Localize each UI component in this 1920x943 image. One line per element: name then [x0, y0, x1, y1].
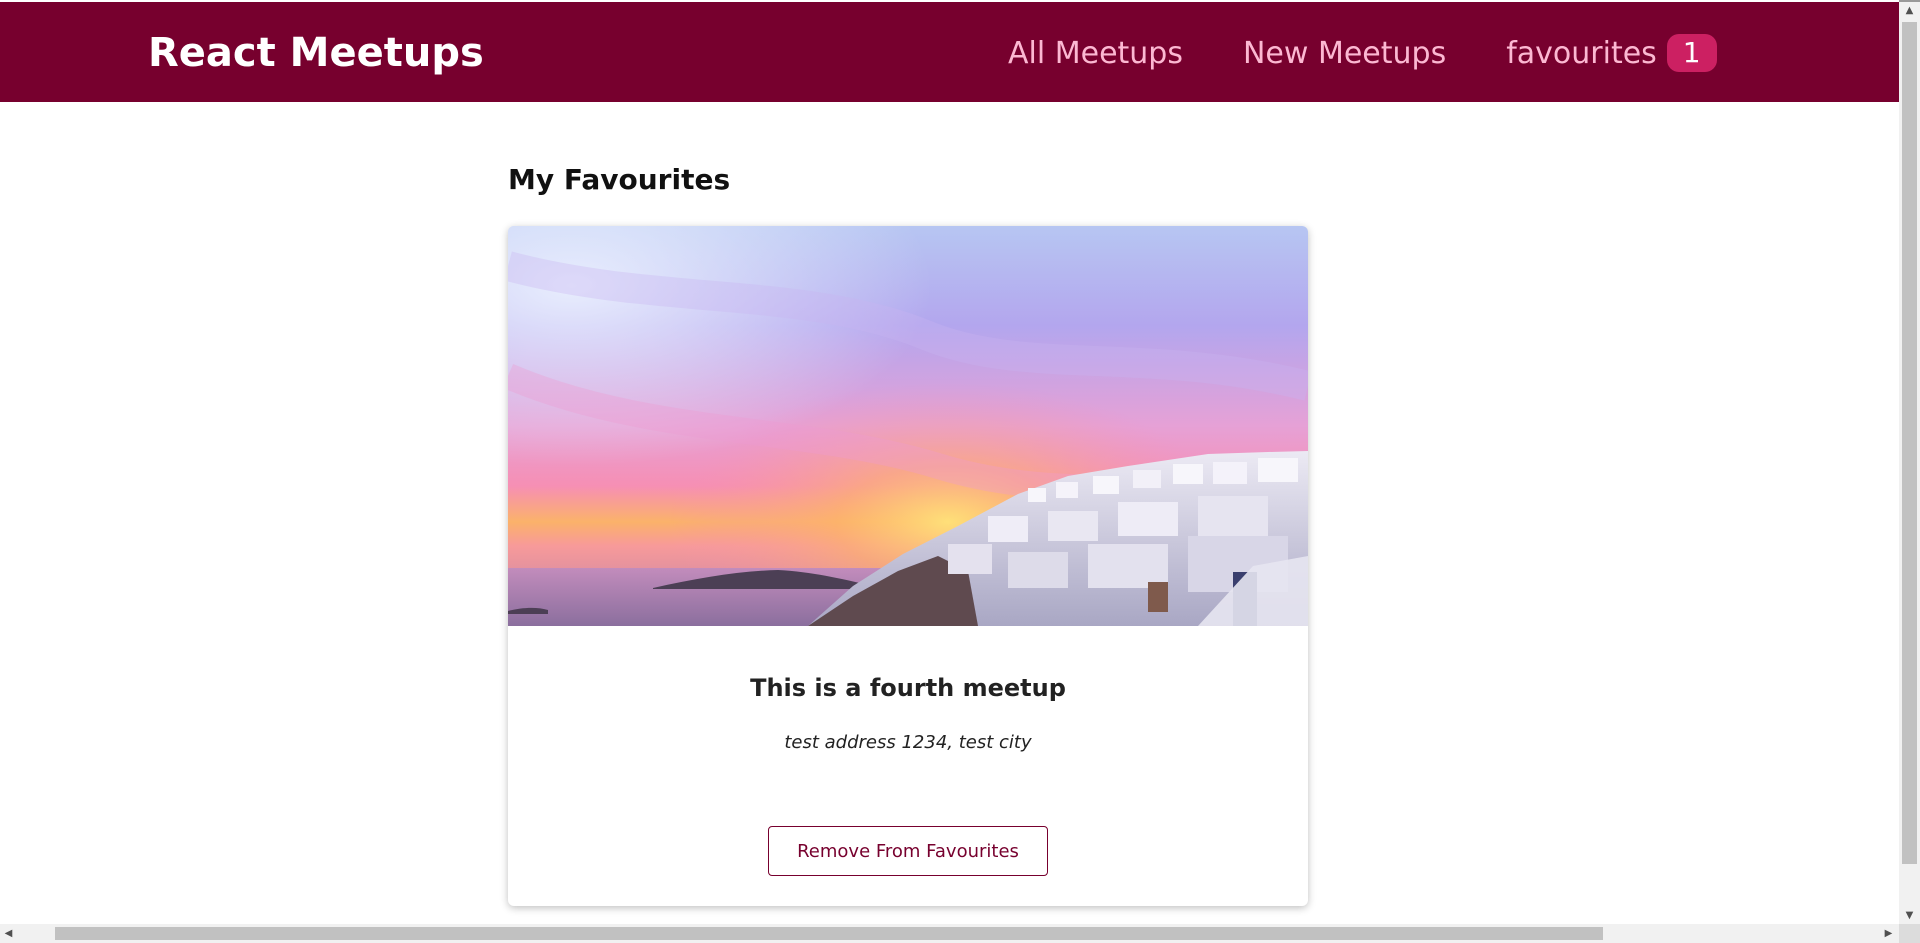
scroll-left-arrow-icon[interactable]: ◀: [0, 924, 17, 943]
main-content: My Favourites This is a fourth meetup te…: [508, 160, 1308, 906]
meetup-address: test address 1234, test city: [784, 732, 1032, 753]
nav-link-new-meetups[interactable]: New Meetups: [1243, 36, 1446, 71]
nav-link-favourites-label: favourites: [1506, 35, 1657, 71]
main-navigation: React Meetups All Meetups New Meetups fa…: [0, 2, 1899, 102]
horizontal-scrollbar-thumb[interactable]: [55, 927, 1603, 940]
vertical-scrollbar-thumb[interactable]: [1902, 22, 1917, 864]
nav-link-all-meetups[interactable]: All Meetups: [1008, 36, 1183, 71]
favourites-count-badge: 1: [1666, 34, 1717, 72]
site-logo[interactable]: React Meetups: [148, 30, 484, 76]
horizontal-scrollbar[interactable]: ◀ ▶: [0, 924, 1899, 943]
page-title: My Favourites: [508, 163, 731, 196]
vertical-scrollbar[interactable]: ▲ ▼: [1899, 2, 1920, 924]
remove-from-favourites-button[interactable]: Remove From Favourites: [768, 826, 1048, 876]
nav-links: All Meetups New Meetups favourites 1: [1008, 34, 1717, 72]
scrollbar-corner: [1899, 924, 1920, 943]
meetup-title: This is a fourth meetup: [750, 674, 1066, 702]
nav-link-favourites[interactable]: favourites 1: [1506, 34, 1717, 72]
scroll-up-arrow-icon[interactable]: ▲: [1899, 2, 1920, 19]
page-viewport: React Meetups All Meetups New Meetups fa…: [0, 0, 1899, 924]
meetup-card: This is a fourth meetup test address 123…: [508, 226, 1308, 906]
meetup-image: [508, 226, 1308, 626]
scroll-right-arrow-icon[interactable]: ▶: [1880, 924, 1897, 943]
scroll-down-arrow-icon[interactable]: ▼: [1899, 907, 1920, 924]
